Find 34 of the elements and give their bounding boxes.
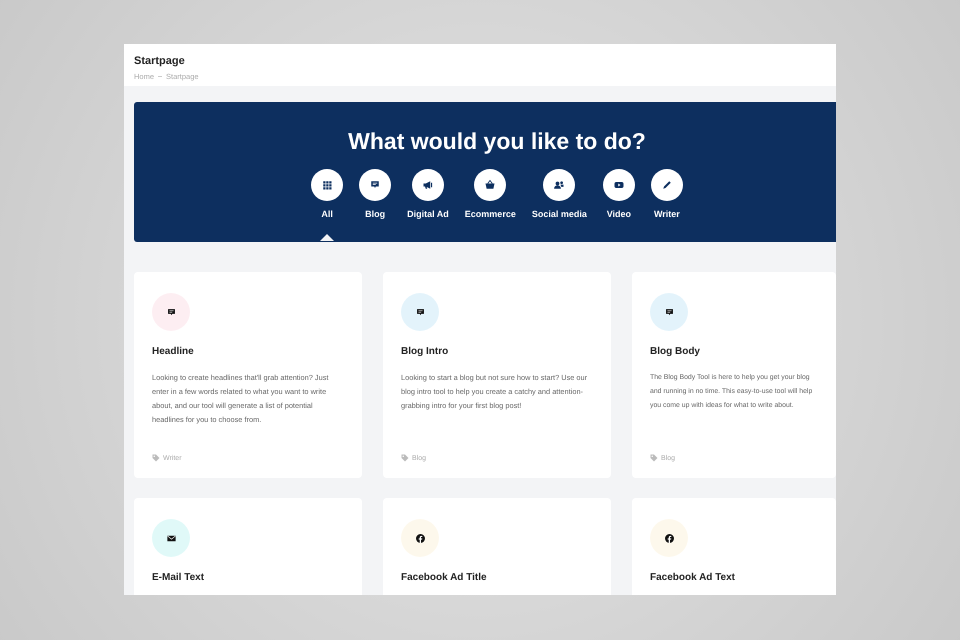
card-title: Blog Intro (401, 346, 448, 357)
category-tab[interactable]: Ecommerce (456, 169, 524, 241)
tool-card[interactable]: E-Mail Text (134, 498, 362, 595)
tag-icon (650, 454, 658, 462)
card-title: Blog Body (650, 346, 700, 357)
tool-card[interactable] (134, 272, 362, 478)
people-icon (553, 179, 566, 191)
category-tab[interactable]: Blog (351, 169, 400, 241)
basket-icon (484, 179, 496, 191)
category-tab[interactable]: Writer (642, 169, 691, 241)
chat-bubble-icon (414, 306, 426, 318)
chat-bubble-icon (166, 306, 176, 318)
category-tab[interactable]: Social media (524, 169, 595, 241)
banner-heading: What would you like to do? (348, 128, 646, 155)
category-tab[interactable]: Digital Ad (399, 169, 457, 241)
card-title: E-Mail Text (152, 572, 204, 583)
card-title: Facebook Ad Title (401, 572, 487, 583)
grid-icon (321, 179, 334, 191)
category-tab[interactable]: All (303, 169, 352, 241)
pencil-icon (660, 179, 673, 191)
tag-icon (401, 454, 409, 462)
tag-icon (152, 454, 160, 462)
tool-card[interactable]: Facebook Ad Title (383, 498, 611, 595)
selection-caret-icon (320, 234, 334, 241)
circle-f-icon (664, 532, 674, 544)
circle-f-icon (414, 532, 426, 544)
page-title: Startpage (134, 55, 185, 67)
category-tab[interactable]: Video (594, 169, 643, 241)
card-title: Headline (152, 346, 194, 357)
tool-card[interactable]: Facebook Ad Text (632, 498, 836, 595)
play-button-icon (612, 179, 625, 191)
card-title: Facebook Ad Text (650, 572, 736, 583)
chat-bubble-icon (664, 306, 674, 318)
megaphone-icon (422, 179, 434, 191)
